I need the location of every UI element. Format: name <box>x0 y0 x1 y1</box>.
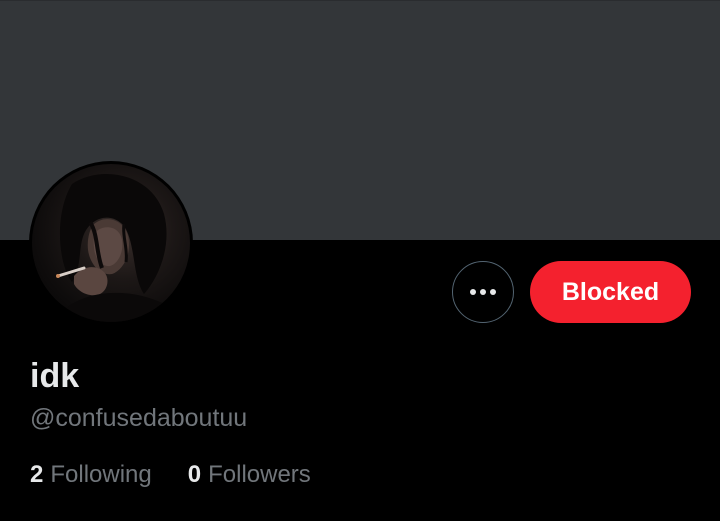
blocked-button-label: Blocked <box>561 277 660 306</box>
more-options-button[interactable] <box>452 261 514 323</box>
display-name: idk <box>30 357 80 395</box>
following-count: 2 <box>30 461 44 488</box>
followers-count: 0 <box>187 461 202 488</box>
blocked-button[interactable]: Blocked <box>530 261 691 323</box>
following-link[interactable]: 2 Following <box>30 459 152 491</box>
user-handle: @confusedaboutuu <box>30 404 248 432</box>
avatar-photo <box>32 164 190 322</box>
profile-page: Blocked idk @confusedaboutuu 2 Following… <box>0 0 720 521</box>
followers-label: Followers <box>208 461 311 488</box>
following-label: Following <box>50 461 152 488</box>
avatar[interactable] <box>29 161 193 325</box>
profile-stats: 2 Following 0 Followers <box>30 459 311 491</box>
followers-link[interactable]: 0 Followers <box>188 459 311 491</box>
more-horizontal-icon <box>470 289 496 295</box>
